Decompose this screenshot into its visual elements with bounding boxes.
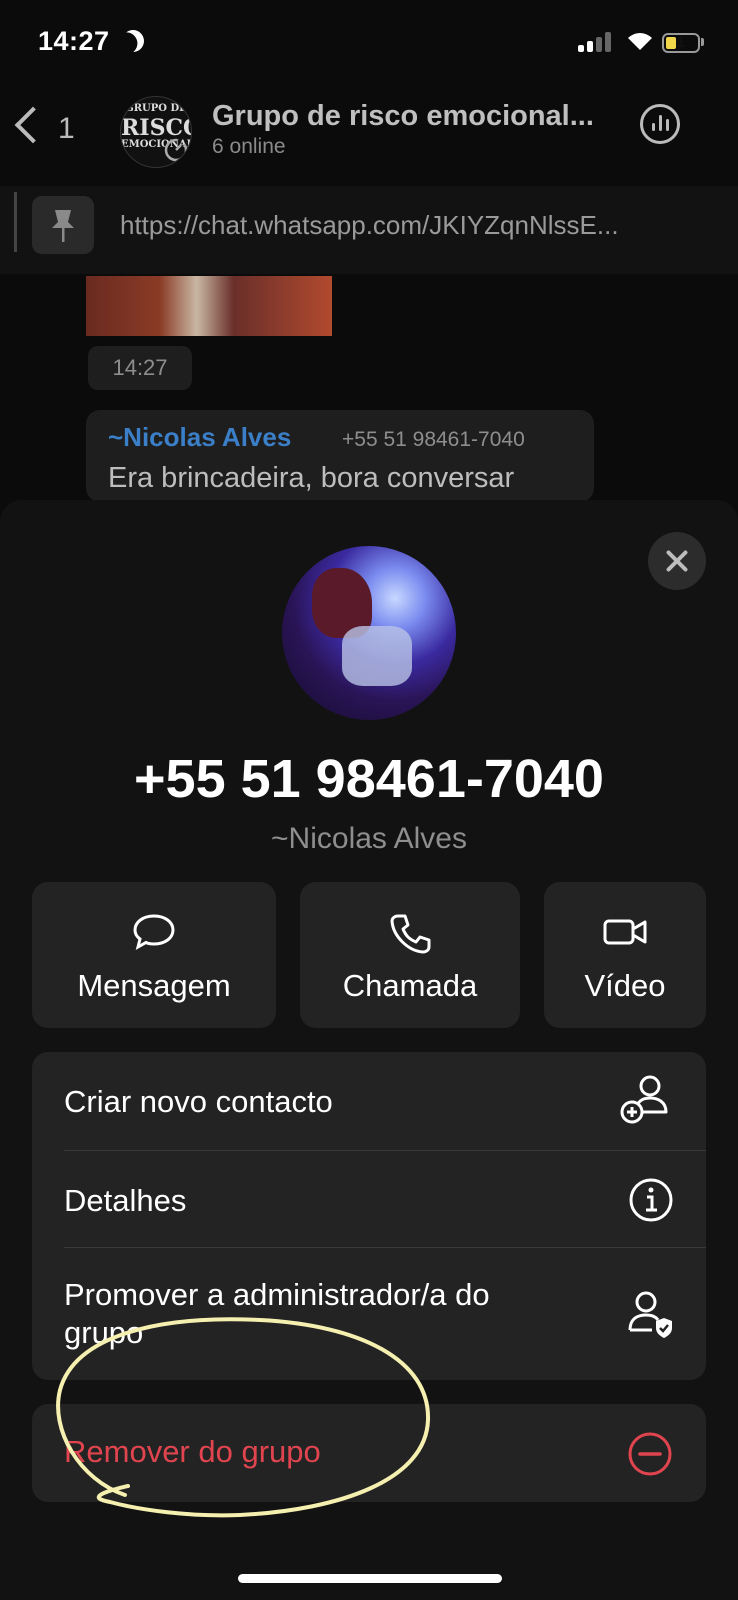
message-text: Era brincadeira, bora conversar — [108, 462, 515, 494]
message-icon — [133, 914, 175, 951]
battery-icon: 1 — [662, 33, 700, 53]
chat-image[interactable] — [86, 276, 332, 336]
back-chevron-icon[interactable] — [14, 106, 52, 144]
voice-chat-icon[interactable] — [640, 104, 680, 144]
video-button[interactable]: Vídeo — [544, 882, 706, 1028]
info-icon — [629, 1178, 673, 1222]
avatar-text-line-1: GRUPO DE — [125, 103, 187, 114]
pin-icon-box — [32, 196, 94, 254]
do-not-disturb-moon-icon — [119, 27, 147, 55]
close-icon[interactable] — [648, 532, 706, 590]
add-contact-icon — [620, 1075, 668, 1124]
message-button[interactable]: Mensagem — [32, 882, 276, 1028]
pinned-link[interactable]: https://chat.whatsapp.com/JKIYZqnNlssE..… — [120, 210, 619, 241]
back-unread-count[interactable]: 1 — [58, 112, 75, 146]
group-title[interactable]: Grupo de risco emocional... — [212, 100, 594, 133]
signal-icon — [578, 32, 612, 52]
create-contact-row[interactable]: Criar novo contacto — [32, 1052, 706, 1150]
battery-level: 1 — [676, 34, 686, 51]
call-button[interactable]: Chamada — [300, 882, 520, 1028]
time-chip: 14:27 — [88, 346, 192, 390]
video-button-label: Vídeo — [584, 968, 666, 1003]
create-contact-label: Criar novo contacto — [64, 1084, 333, 1119]
contact-phone: +55 51 98461-7040 — [134, 749, 604, 809]
hand-drawn-circle-annotation — [56, 1317, 431, 1518]
pinned-indicator — [14, 192, 17, 252]
remove-circle-icon — [628, 1432, 672, 1476]
wifi-icon — [628, 33, 652, 50]
details-row[interactable]: Detalhes — [32, 1151, 706, 1247]
contact-name: ~Nicolas Alves — [271, 822, 467, 855]
message-sender-phone: +55 51 98461-7040 — [342, 428, 525, 451]
home-indicator[interactable] — [238, 1574, 502, 1583]
pin-icon — [52, 210, 74, 242]
group-avatar[interactable]: GRUPO DE RISCO EMOCIONAL — [120, 96, 192, 168]
video-icon — [603, 919, 647, 945]
status-time: 14:27 — [38, 26, 110, 56]
phone-icon — [390, 914, 431, 954]
contact-avatar[interactable] — [282, 546, 456, 720]
disappearing-timer-icon — [164, 138, 188, 162]
details-label: Detalhes — [64, 1183, 187, 1218]
admin-shield-icon — [628, 1291, 672, 1338]
group-online-count: 6 online — [212, 135, 286, 158]
battery-tip — [701, 38, 704, 46]
call-button-label: Chamada — [342, 968, 478, 1003]
message-button-label: Mensagem — [77, 968, 231, 1003]
message-sender[interactable]: ~Nicolas Alves — [108, 422, 291, 453]
